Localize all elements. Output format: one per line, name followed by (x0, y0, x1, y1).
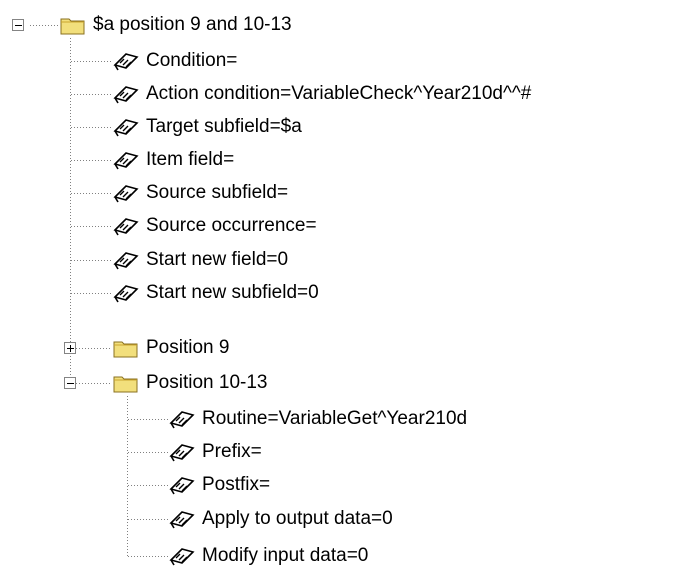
properties-icon (169, 548, 195, 566)
tree-node-label: Position 9 (146, 337, 230, 358)
properties-icon (113, 285, 139, 303)
tree-node-target-subfield[interactable]: Target subfield=$a (111, 112, 302, 142)
properties-icon (113, 86, 139, 104)
position-10-13-collapse-toggle[interactable] (64, 377, 76, 389)
tree-view: $a position 9 and 10-13 Condition= Actio… (0, 0, 685, 579)
tree-node-label: Source subfield= (146, 182, 289, 203)
tree-node-routine[interactable]: Routine=VariableGet^Year210d (167, 404, 467, 434)
properties-icon (113, 185, 139, 203)
tree-node-position-9[interactable]: Position 9 (113, 333, 229, 363)
tree-node-label: $a position 9 and 10-13 (93, 14, 292, 35)
tree-node-label: Target subfield=$a (146, 116, 302, 137)
tree-node-label: Start new field=0 (146, 249, 289, 270)
position-9-expand-toggle[interactable] (64, 342, 76, 354)
tree-node-label: Start new subfield=0 (146, 282, 319, 303)
properties-icon (113, 152, 139, 170)
folder-icon (113, 341, 138, 358)
tree-node-root[interactable]: $a position 9 and 10-13 (60, 10, 292, 40)
root-collapse-toggle[interactable] (12, 19, 24, 31)
tree-node-label: Action condition=VariableCheck^Year210d^… (146, 83, 532, 104)
tree-node-label: Source occurrence= (146, 215, 317, 236)
tree-node-condition[interactable]: Condition= (111, 46, 237, 76)
properties-icon (113, 53, 139, 71)
properties-icon (113, 218, 139, 236)
tree-node-postfix[interactable]: Postfix= (167, 470, 270, 500)
tree-node-label: Prefix= (202, 441, 262, 462)
tree-node-modify-input-data[interactable]: Modify input data=0 (167, 541, 368, 571)
tree-node-source-occurrence[interactable]: Source occurrence= (111, 211, 317, 241)
tree-node-item-field[interactable]: Item field= (111, 145, 234, 175)
tree-node-label: Condition= (146, 50, 238, 71)
folder-icon (60, 18, 85, 35)
tree-node-label: Routine=VariableGet^Year210d (202, 408, 468, 429)
properties-icon (169, 411, 195, 429)
properties-icon (113, 252, 139, 270)
tree-node-label: Item field= (146, 149, 235, 170)
tree-node-prefix[interactable]: Prefix= (167, 437, 262, 467)
properties-icon (169, 444, 195, 462)
folder-icon (113, 376, 138, 393)
tree-node-label: Modify input data=0 (202, 545, 369, 566)
tree-node-label: Apply to output data=0 (202, 508, 393, 529)
tree-node-label: Position 10-13 (146, 372, 268, 393)
properties-icon (169, 477, 195, 495)
tree-node-start-new-field[interactable]: Start new field=0 (111, 245, 288, 275)
properties-icon (113, 119, 139, 137)
tree-node-action-condition[interactable]: Action condition=VariableCheck^Year210d^… (111, 79, 531, 109)
tree-node-apply-to-output-data[interactable]: Apply to output data=0 (167, 504, 393, 534)
properties-icon (169, 511, 195, 529)
tree-node-start-new-subfield[interactable]: Start new subfield=0 (111, 278, 319, 308)
tree-node-label: Postfix= (202, 474, 271, 495)
tree-node-source-subfield[interactable]: Source subfield= (111, 178, 288, 208)
tree-node-position-10-13[interactable]: Position 10-13 (113, 368, 267, 398)
